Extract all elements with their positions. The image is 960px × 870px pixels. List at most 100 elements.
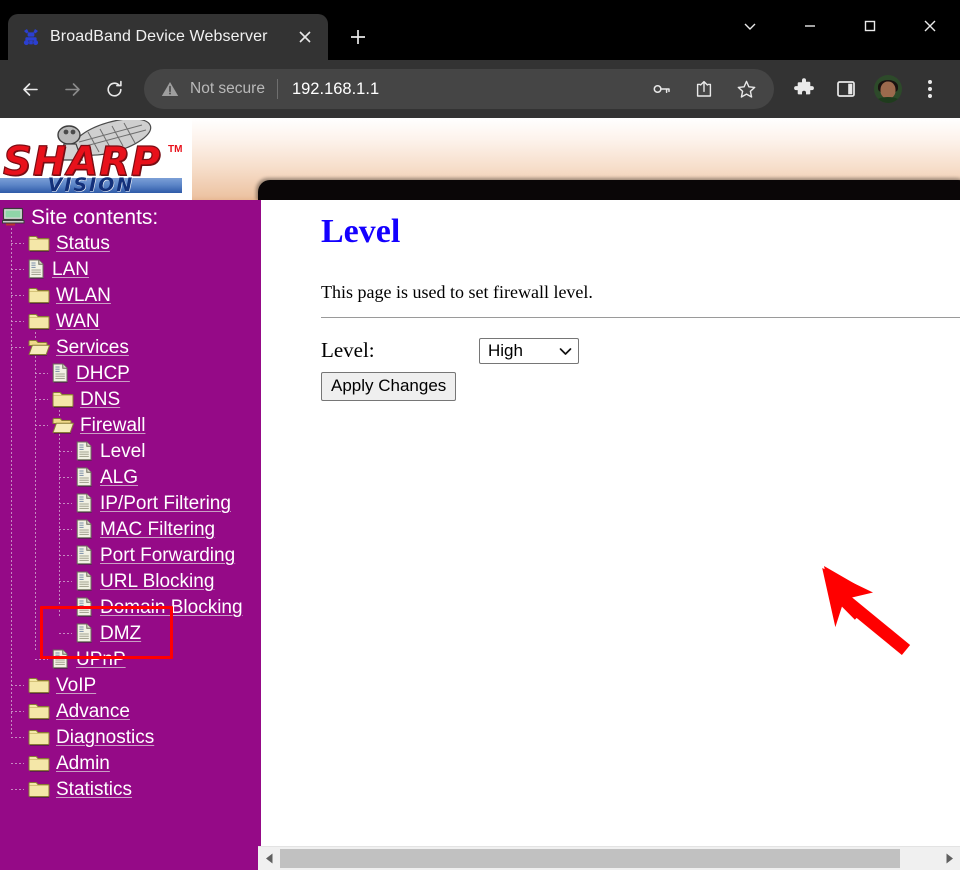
maximize-icon[interactable] [840, 0, 900, 52]
page-title: Level [321, 214, 960, 250]
not-secure-warning-icon [160, 79, 180, 99]
scroll-left-arrow-icon[interactable] [258, 847, 280, 870]
document-icon [76, 571, 94, 591]
sidebar-item-lan[interactable]: LAN [0, 256, 258, 282]
sidebar-item-advance[interactable]: Advance [0, 698, 258, 724]
scrollbar-thumb[interactable] [280, 849, 900, 868]
sidebar-item-admin[interactable]: Admin [0, 750, 258, 776]
sidebar-item-mac-filtering[interactable]: MAC Filtering [0, 516, 258, 542]
tree-connector [59, 503, 72, 504]
tree-connector [59, 477, 72, 478]
sidebar-item-label: LAN [52, 260, 89, 279]
sidebar-item-ip-port-filtering[interactable]: IP/Port Filtering [0, 490, 258, 516]
url-text[interactable]: 192.168.1.1 [292, 80, 642, 99]
tab-strip: BroadBand Device Webserver [0, 0, 378, 60]
sidebar-item-statistics[interactable]: Statistics [0, 776, 258, 802]
document-icon [76, 467, 94, 487]
browser-title-bar: BroadBand Device Webserver [0, 0, 960, 60]
sidebar-item-label: Diagnostics [56, 728, 154, 747]
bookmark-star-icon[interactable] [726, 69, 766, 109]
sidebar-item-dhcp[interactable]: DHCP [0, 360, 258, 386]
address-bar[interactable]: Not secure 192.168.1.1 [144, 69, 774, 109]
minimize-icon[interactable] [780, 0, 840, 52]
page-viewport: SHARP TM VISION [0, 118, 960, 870]
horizontal-scrollbar[interactable] [258, 846, 960, 870]
sidebar-item-label: Domain Blocking [100, 598, 243, 617]
sidebar-item-label: WLAN [56, 286, 111, 305]
sidebar-item-label: IP/Port Filtering [100, 494, 231, 513]
site-tree: Site contents: Status LAN WLAN [0, 202, 258, 802]
window-close-icon[interactable] [900, 0, 960, 52]
tree-connector [59, 581, 72, 582]
sidebar-item-level[interactable]: Level [0, 438, 258, 464]
folder-closed-icon [52, 390, 74, 408]
forward-arrow-icon[interactable] [52, 69, 92, 109]
tree-root: Site contents: [0, 204, 258, 230]
sidebar-item-wan[interactable]: WAN [0, 308, 258, 334]
tab-search-chevron-icon[interactable] [720, 0, 780, 52]
folder-closed-icon [28, 676, 50, 694]
document-icon [76, 441, 94, 461]
sidebar-item-firewall[interactable]: Firewall [0, 412, 258, 438]
main-content: Level This page is used to set firewall … [258, 200, 960, 870]
sub-brand-name: VISION [0, 174, 182, 196]
sidebar-item-label: DNS [80, 390, 120, 409]
sidebar-item-label: Port Forwarding [100, 546, 235, 565]
sidebar-item-label: DHCP [76, 364, 130, 383]
browser-tab[interactable]: BroadBand Device Webserver [8, 14, 328, 60]
apply-changes-button[interactable]: Apply Changes [321, 372, 456, 402]
folder-closed-icon [28, 780, 50, 798]
folder-open-icon [28, 338, 50, 356]
profile-avatar[interactable] [868, 69, 908, 109]
back-arrow-icon[interactable] [10, 69, 50, 109]
sidebar-item-port-forwarding[interactable]: Port Forwarding [0, 542, 258, 568]
password-key-icon[interactable] [642, 69, 682, 109]
sidebar-item-label: Advance [56, 702, 130, 721]
tab-close-icon[interactable] [292, 24, 318, 50]
sidebar-item-label: ALG [100, 468, 138, 487]
brand-logo: SHARP TM VISION [0, 118, 192, 200]
document-icon [76, 493, 94, 513]
sidebar-item-upnp[interactable]: UPnP [0, 646, 258, 672]
tree-connector [35, 399, 48, 400]
sidebar-item-voip[interactable]: VoIP [0, 672, 258, 698]
scrollbar-track[interactable] [280, 847, 938, 870]
new-tab-button[interactable] [338, 17, 378, 57]
tree-connector [11, 295, 24, 296]
sidebar-item-alg[interactable]: ALG [0, 464, 258, 490]
sidebar-item-status[interactable]: Status [0, 230, 258, 256]
content-divider [321, 317, 960, 318]
sidebar-item-domain-blocking[interactable]: Domain Blocking [0, 594, 258, 620]
tree-connector [11, 685, 24, 686]
page-description: This page is used to set firewall level. [321, 282, 960, 303]
tree-connector [59, 529, 72, 530]
tree-connector [11, 763, 24, 764]
three-dot-menu-icon[interactable] [910, 69, 950, 109]
window-controls [720, 0, 960, 52]
sidebar-item-url-blocking[interactable]: URL Blocking [0, 568, 258, 594]
trademark-mark: TM [168, 144, 182, 155]
sidebar-item-diagnostics[interactable]: Diagnostics [0, 724, 258, 750]
level-select[interactable]: High [479, 338, 579, 364]
sidebar-item-label: Status [56, 234, 110, 253]
document-icon [76, 519, 94, 539]
scroll-right-arrow-icon[interactable] [938, 847, 960, 870]
sidebar-item-wlan[interactable]: WLAN [0, 282, 258, 308]
folder-open-icon [52, 416, 74, 434]
tree-connector [35, 373, 48, 374]
tree-connector [11, 269, 24, 270]
sidebar-item-dmz[interactable]: DMZ [0, 620, 258, 646]
red-arrow-pointer [811, 548, 921, 663]
share-icon[interactable] [684, 69, 724, 109]
tree-connector [11, 347, 24, 348]
folder-closed-icon [28, 234, 50, 252]
sidebar-item-services[interactable]: Services [0, 334, 258, 360]
omnibox-actions [642, 69, 766, 109]
tree-connector [11, 737, 24, 738]
side-panel-icon[interactable] [826, 69, 866, 109]
reload-icon[interactable] [94, 69, 134, 109]
level-form-row: Level: High [321, 338, 960, 364]
extensions-puzzle-icon[interactable] [784, 69, 824, 109]
sidebar-item-dns[interactable]: DNS [0, 386, 258, 412]
sidebar-item-label: Level [100, 442, 145, 461]
